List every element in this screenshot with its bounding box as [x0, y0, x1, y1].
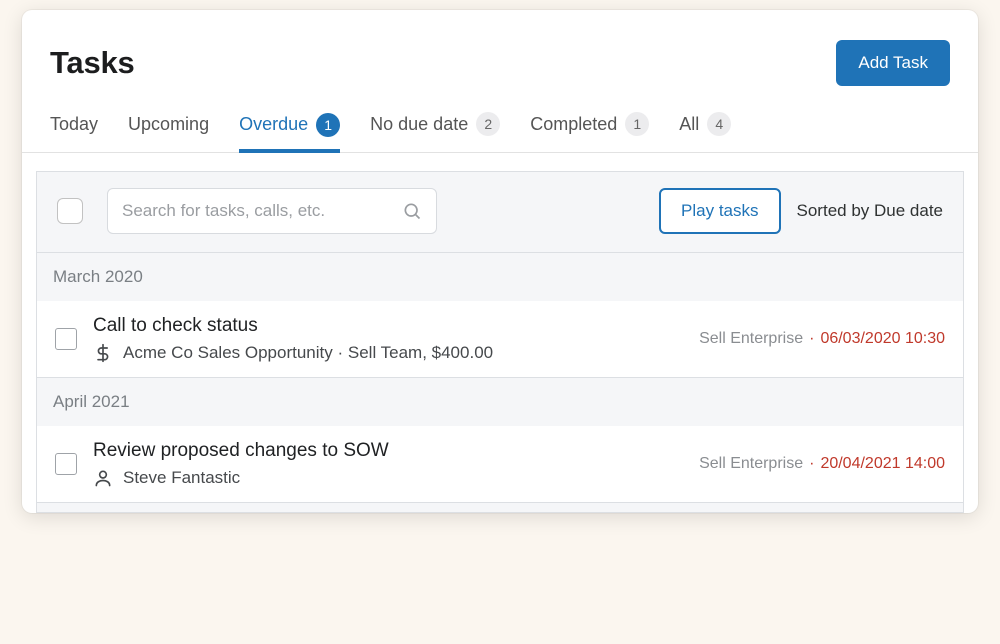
- task-due-date: 06/03/2020 10:30: [820, 330, 945, 348]
- tab-label: No due date: [370, 114, 468, 135]
- app-window: Tasks Add Task Today Upcoming Overdue 1 …: [22, 10, 978, 513]
- group-header: March 2020: [37, 252, 963, 301]
- toolbar-area: Play tasks Sorted by Due date: [36, 171, 964, 252]
- tab-count-badge: 4: [707, 112, 731, 136]
- page-title: Tasks: [50, 45, 135, 81]
- person-icon: [93, 468, 113, 488]
- task-row[interactable]: Review proposed changes to SOW Steve Fan…: [37, 426, 963, 502]
- task-tag: Sell Enterprise: [699, 455, 803, 473]
- task-checkbox[interactable]: [55, 328, 77, 350]
- tab-completed[interactable]: Completed 1: [530, 100, 649, 152]
- task-row[interactable]: Call to check status Acme Co Sales Oppor…: [37, 301, 963, 377]
- tab-overdue[interactable]: Overdue 1: [239, 100, 340, 153]
- task-due-date: 20/04/2021 14:00: [820, 455, 945, 473]
- tab-label: All: [679, 114, 699, 135]
- tab-count-badge: 2: [476, 112, 500, 136]
- tab-label: Today: [50, 114, 98, 135]
- tab-label: Completed: [530, 114, 617, 135]
- task-subtitle-text: Steve Fantastic: [123, 468, 240, 488]
- tab-count-badge: 1: [316, 113, 340, 137]
- list-trailing-separator: [37, 502, 963, 512]
- task-subtitle: Acme Co Sales Opportunity · Sell Team, $…: [93, 343, 683, 363]
- select-all-checkbox[interactable]: [57, 198, 83, 224]
- task-meta: Sell Enterprise · 20/04/2021 14:00: [699, 455, 945, 473]
- tab-all[interactable]: All 4: [679, 100, 731, 152]
- tabs-bar: Today Upcoming Overdue 1 No due date 2 C…: [22, 100, 978, 153]
- search-icon: [402, 201, 422, 221]
- task-subtitle-text: Acme Co Sales Opportunity · Sell Team, $…: [123, 343, 493, 363]
- task-list: March 2020 Call to check status Acme Co …: [36, 252, 964, 513]
- sort-label: Sorted by Due date: [797, 201, 943, 221]
- group-header: April 2021: [37, 377, 963, 426]
- tab-count-badge: 1: [625, 112, 649, 136]
- task-meta: Sell Enterprise · 06/03/2020 10:30: [699, 330, 945, 348]
- play-tasks-button[interactable]: Play tasks: [659, 188, 780, 234]
- meta-separator: ·: [809, 330, 814, 348]
- task-tag: Sell Enterprise: [699, 330, 803, 348]
- task-title: Review proposed changes to SOW: [93, 440, 683, 462]
- tab-today[interactable]: Today: [50, 100, 98, 152]
- add-task-button[interactable]: Add Task: [836, 40, 950, 86]
- task-main: Review proposed changes to SOW Steve Fan…: [93, 440, 683, 488]
- task-title: Call to check status: [93, 315, 683, 337]
- page-header: Tasks Add Task: [22, 10, 978, 100]
- tab-label: Upcoming: [128, 114, 209, 135]
- task-checkbox[interactable]: [55, 453, 77, 475]
- toolbar: Play tasks Sorted by Due date: [37, 172, 963, 252]
- search-field-wrap: [107, 188, 437, 234]
- search-input[interactable]: [122, 201, 402, 221]
- tab-no-due-date[interactable]: No due date 2: [370, 100, 500, 152]
- task-subtitle: Steve Fantastic: [93, 468, 683, 488]
- meta-separator: ·: [809, 455, 814, 473]
- dollar-icon: [93, 343, 113, 363]
- tab-upcoming[interactable]: Upcoming: [128, 100, 209, 152]
- task-main: Call to check status Acme Co Sales Oppor…: [93, 315, 683, 363]
- tab-label: Overdue: [239, 114, 308, 135]
